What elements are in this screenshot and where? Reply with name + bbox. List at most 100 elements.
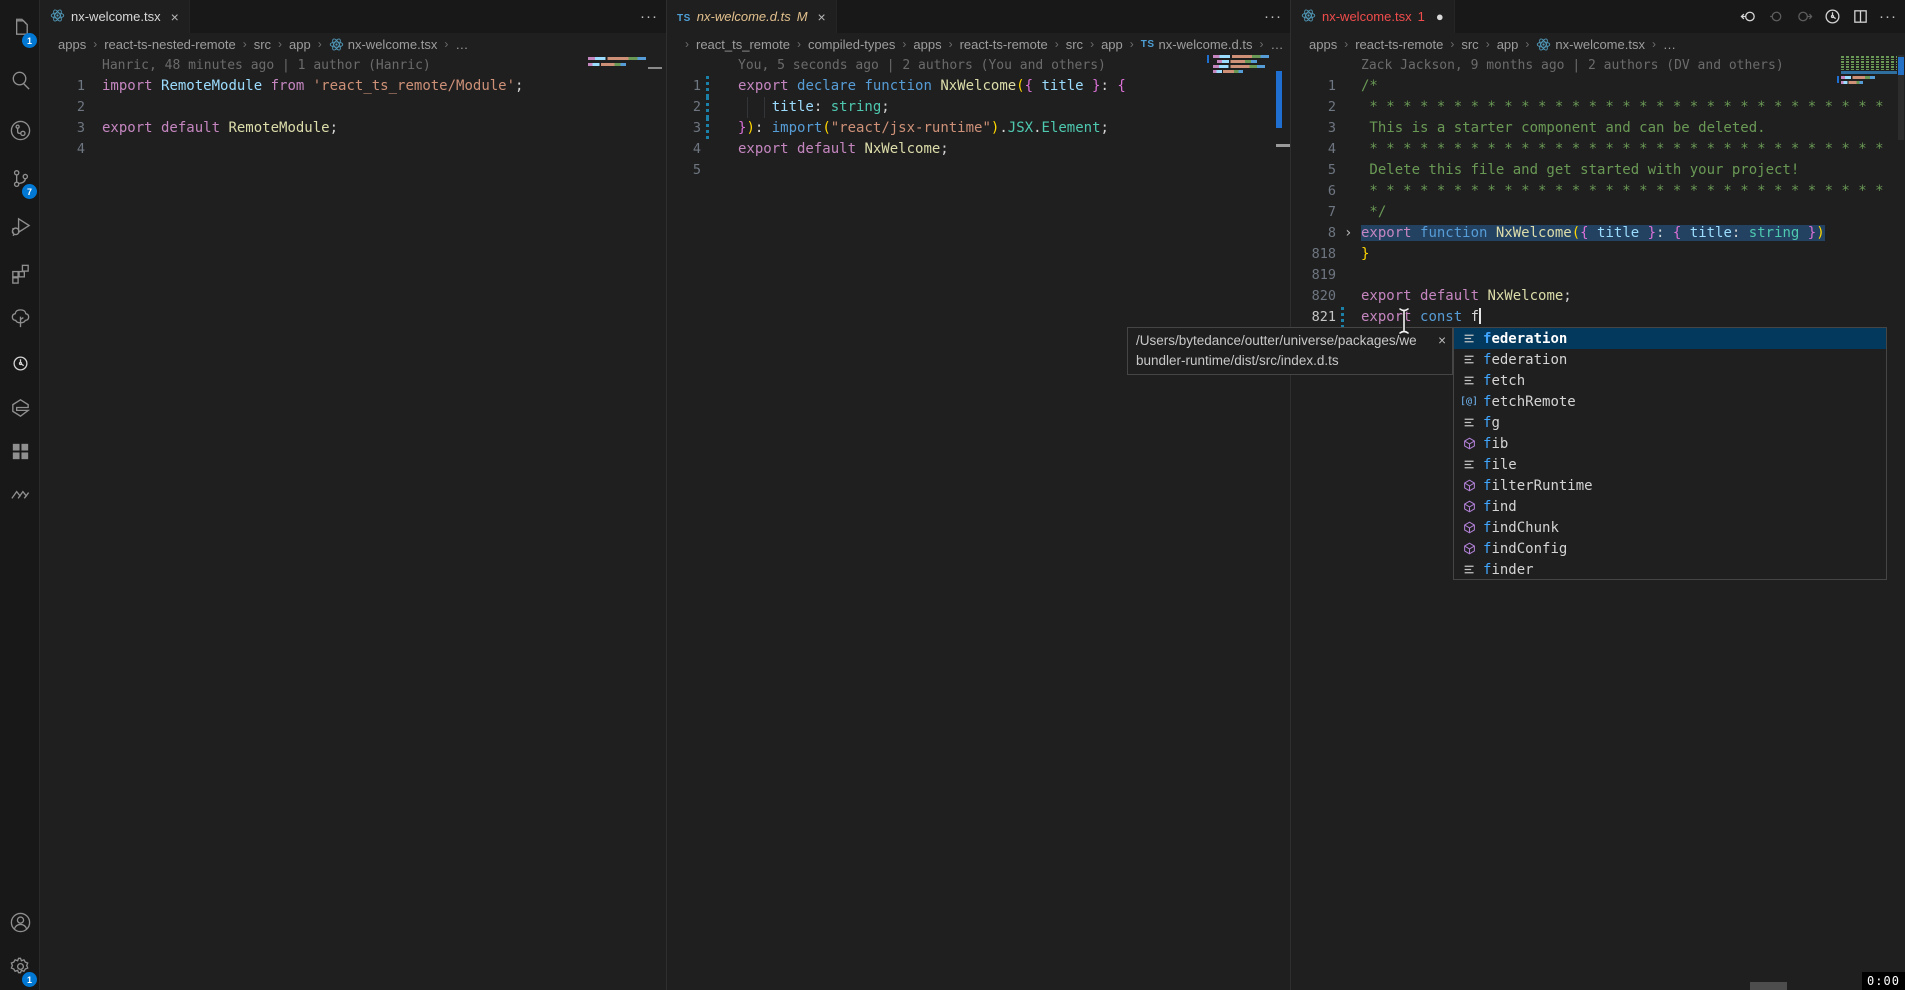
- suggest-item-find[interactable]: find: [1454, 496, 1886, 517]
- suggest-item-fg[interactable]: fg: [1454, 412, 1886, 433]
- activity-item-worktrees[interactable]: [0, 299, 40, 343]
- more-actions-icon[interactable]: ···: [640, 8, 658, 26]
- minimap-selected-line[interactable]: [1841, 71, 1897, 74]
- code-line-3[interactable]: 3export default RemoteModule;: [40, 118, 666, 139]
- activity-item-gitlens[interactable]: [0, 344, 40, 388]
- minimap-line[interactable]: [588, 63, 626, 66]
- tab-dirty-dot[interactable]: ●: [1436, 9, 1444, 24]
- breadcrumb-item[interactable]: app: [289, 37, 311, 52]
- code-editor[interactable]: Hanric, 48 minutes ago | 1 author (Hanri…: [40, 55, 666, 990]
- breadcrumb-item[interactable]: TSnx-welcome.d.ts: [1141, 37, 1253, 52]
- minimap-line[interactable]: [1213, 65, 1265, 68]
- more-actions-icon[interactable]: ···: [1879, 8, 1897, 26]
- activity-item-extensions[interactable]: [0, 254, 40, 298]
- code-line-2[interactable]: 2 * * * * * * * * * * * * * * * * * * * …: [1291, 97, 1905, 118]
- change-indicator-icon[interactable]: [1767, 8, 1785, 26]
- popup-close-icon[interactable]: ×: [1434, 331, 1446, 351]
- breadcrumb-item[interactable]: …: [1270, 37, 1283, 52]
- fold-collapsed-icon[interactable]: ›: [1344, 223, 1352, 244]
- minimap-comment-line[interactable]: [1841, 66, 1897, 68]
- activity-item-squiggle-extension[interactable]: [0, 475, 40, 519]
- next-change-icon[interactable]: [1795, 8, 1813, 26]
- code-line-820[interactable]: 820export default NxWelcome;: [1291, 286, 1905, 307]
- breadcrumb-item[interactable]: apps: [913, 37, 941, 52]
- tab-close-icon[interactable]: ×: [171, 9, 179, 25]
- code-line-2[interactable]: 2 title: string;: [667, 97, 1290, 118]
- minimap-line[interactable]: [588, 57, 646, 60]
- suggest-item-file[interactable]: file: [1454, 454, 1886, 475]
- suggest-item-fib[interactable]: fib: [1454, 433, 1886, 454]
- gitlens-annotate-icon[interactable]: [1823, 8, 1841, 26]
- code-line-6[interactable]: 6 * * * * * * * * * * * * * * * * * * * …: [1291, 181, 1905, 202]
- activity-item-ribbon-extension[interactable]: [0, 388, 40, 432]
- breadcrumb-item[interactable]: src: [254, 37, 271, 52]
- breadcrumb-item[interactable]: src: [1461, 37, 1478, 52]
- suggest-item-federation[interactable]: federation: [1454, 328, 1886, 349]
- breadcrumb-item[interactable]: react-ts-remote: [1355, 37, 1443, 52]
- activity-item-run-debug[interactable]: [0, 207, 40, 251]
- code-line-4[interactable]: 4 * * * * * * * * * * * * * * * * * * * …: [1291, 139, 1905, 160]
- minimap-line[interactable]: [1841, 81, 1863, 84]
- activity-item-source-control[interactable]: 7: [0, 159, 40, 203]
- code-line-818[interactable]: 818}: [1291, 244, 1905, 265]
- code-line-1[interactable]: 1export declare function NxWelcome({ tit…: [667, 76, 1290, 97]
- minimap-modified-mark[interactable]: [1837, 76, 1839, 83]
- breadcrumb-item[interactable]: react-ts-remote: [960, 37, 1048, 52]
- editor-tab[interactable]: nx-welcome.tsx1●: [1291, 0, 1455, 33]
- split-editor-icon[interactable]: [1851, 8, 1869, 26]
- suggest-item-federation[interactable]: federation: [1454, 349, 1886, 370]
- previous-change-icon[interactable]: [1739, 8, 1757, 26]
- breadcrumb-item[interactable]: src: [1066, 37, 1083, 52]
- activity-item-account[interactable]: [0, 903, 40, 947]
- code-line-3[interactable]: 3}): import("react/jsx-runtime").JSX.Ele…: [667, 118, 1290, 139]
- minimap-modified-mark[interactable]: [1207, 55, 1209, 63]
- code-line-5[interactable]: 5 Delete this file and get started with …: [1291, 160, 1905, 181]
- minimap-line[interactable]: [1217, 60, 1257, 63]
- suggest-item-fetchRemote[interactable]: [@]fetchRemote: [1454, 391, 1886, 412]
- breadcrumb-item[interactable]: nx-welcome.tsx: [329, 37, 438, 52]
- suggest-item-findChunk[interactable]: findChunk: [1454, 517, 1886, 538]
- code-line-4[interactable]: 4: [40, 139, 666, 160]
- code-line-8[interactable]: 8›export function NxWelcome({ title }: {…: [1291, 223, 1905, 244]
- code-line-2[interactable]: 2: [40, 97, 666, 118]
- scrollbar-fragment[interactable]: [1750, 982, 1787, 990]
- code-editor[interactable]: You, 5 seconds ago | 2 authors (You and …: [667, 55, 1290, 990]
- activity-item-grid-extension[interactable]: [0, 432, 40, 476]
- minimap-comment-line[interactable]: [1841, 59, 1897, 61]
- suggest-item-fetch[interactable]: fetch: [1454, 370, 1886, 391]
- breadcrumb-item[interactable]: …: [455, 37, 468, 52]
- code-line-4[interactable]: 4export default NxWelcome;: [667, 139, 1290, 160]
- breadcrumb-item[interactable]: app: [1101, 37, 1123, 52]
- tab-close-icon[interactable]: ×: [818, 9, 826, 25]
- breadcrumb-item[interactable]: …: [1663, 37, 1676, 52]
- minimap-comment-line[interactable]: [1841, 69, 1897, 71]
- editor-tab[interactable]: nx-welcome.tsx×: [40, 0, 190, 33]
- suggest-item-findConfig[interactable]: findConfig: [1454, 538, 1886, 559]
- minimap-line[interactable]: [1213, 55, 1269, 58]
- suggest-item-finder[interactable]: finder: [1454, 559, 1886, 580]
- code-line-3[interactable]: 3 This is a starter component and can be…: [1291, 118, 1905, 139]
- minimap-comment-line[interactable]: [1841, 56, 1897, 58]
- minimap-comment-line[interactable]: [1841, 61, 1897, 63]
- activity-item-settings[interactable]: 1: [0, 947, 40, 990]
- code-line-5[interactable]: 5: [667, 160, 1290, 181]
- activity-item-source-control-graph[interactable]: [0, 111, 40, 155]
- code-line-821[interactable]: 821export const f: [1291, 307, 1905, 328]
- minimap-comment-line[interactable]: [1841, 64, 1897, 66]
- more-actions-icon[interactable]: ···: [1264, 8, 1282, 26]
- breadcrumb-item[interactable]: apps: [1309, 37, 1337, 52]
- code-line-819[interactable]: 819: [1291, 265, 1905, 286]
- code-line-1[interactable]: 1import RemoteModule from 'react_ts_remo…: [40, 76, 666, 97]
- minimap-line[interactable]: [1213, 70, 1243, 73]
- breadcrumb-item[interactable]: compiled-types: [808, 37, 895, 52]
- breadcrumb-item[interactable]: react-ts-nested-remote: [104, 37, 236, 52]
- breadcrumb-item[interactable]: react_ts_remote: [696, 37, 790, 52]
- breadcrumb-item[interactable]: nx-welcome.tsx: [1536, 37, 1645, 52]
- breadcrumb-item[interactable]: apps: [58, 37, 86, 52]
- code-line-1[interactable]: 1/*: [1291, 76, 1905, 97]
- activity-item-search[interactable]: [0, 61, 40, 105]
- code-line-7[interactable]: 7 */: [1291, 202, 1905, 223]
- editor-tab[interactable]: TSnx-welcome.d.tsM×: [667, 0, 837, 33]
- activity-item-explorer[interactable]: 1: [0, 8, 40, 52]
- minimap-line[interactable]: [1841, 76, 1875, 79]
